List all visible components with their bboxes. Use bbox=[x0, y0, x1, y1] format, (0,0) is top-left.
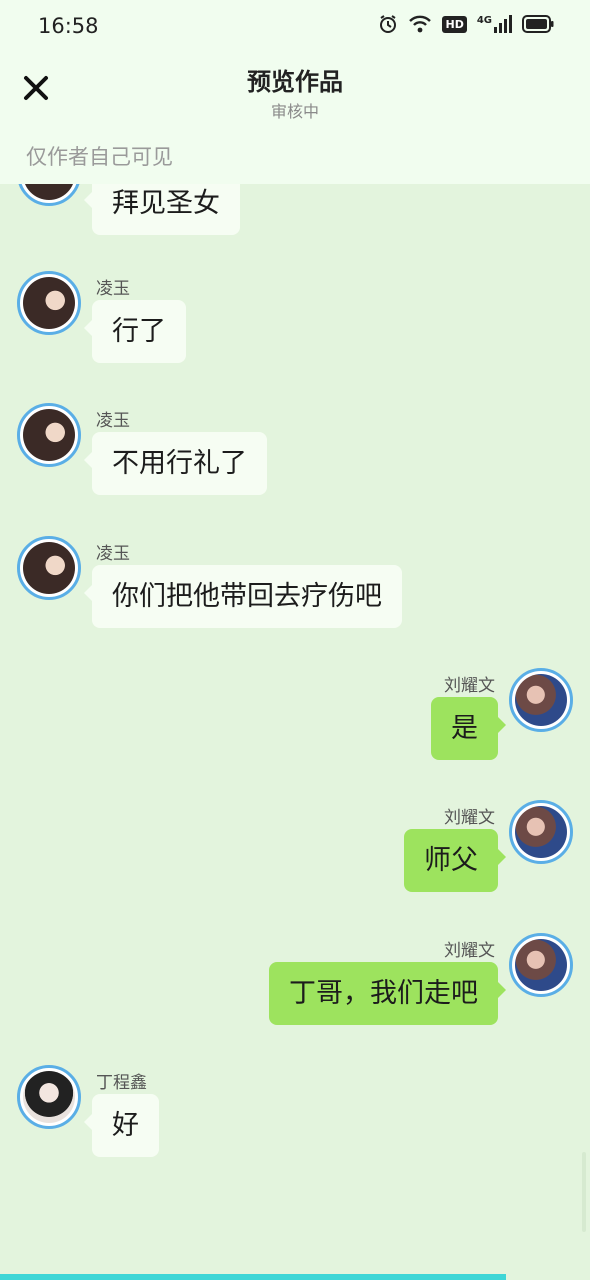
message-bubble[interactable]: 你们把他带回去疗伤吧 bbox=[84, 565, 402, 628]
avatar[interactable] bbox=[509, 933, 573, 997]
status-bar: 16:58 HD 4G bbox=[0, 0, 590, 52]
sender-name: 凌玉 bbox=[96, 544, 130, 564]
sender-name: 刘耀文 bbox=[444, 808, 495, 828]
message-bubble[interactable]: 不用行礼了 bbox=[84, 432, 267, 495]
avatar[interactable] bbox=[509, 668, 573, 732]
sender-name: 丁程鑫 bbox=[96, 1073, 147, 1093]
review-status: 审核中 bbox=[270, 102, 319, 121]
chat-list[interactable]: 拜见圣女 凌玉 行了 凌玉 不用行礼了 凌玉 你们把他带回去疗伤吧 刘耀文 是 … bbox=[0, 184, 590, 1274]
message-bubble[interactable]: 行了 bbox=[84, 300, 186, 363]
message-bubble[interactable]: 拜见圣女 bbox=[84, 184, 240, 235]
avatar[interactable] bbox=[509, 800, 573, 864]
sender-name: 刘耀文 bbox=[444, 941, 495, 961]
progress-bar bbox=[0, 1274, 506, 1280]
message-bubble[interactable]: 好 bbox=[84, 1094, 159, 1157]
avatar[interactable] bbox=[17, 184, 81, 206]
preview-header: 预览作品 审核中 仅作者自己可见 bbox=[0, 52, 590, 184]
status-icons: HD 4G bbox=[378, 14, 554, 34]
hd-icon: HD bbox=[442, 15, 467, 33]
message-bubble[interactable]: 丁哥，我们走吧 bbox=[269, 962, 506, 1025]
visibility-note: 仅作者自己可见 bbox=[26, 145, 173, 169]
avatar[interactable] bbox=[17, 271, 81, 335]
signal-icon: 4G bbox=[477, 15, 512, 33]
sender-name: 凌玉 bbox=[96, 279, 130, 299]
avatar[interactable] bbox=[17, 536, 81, 600]
sender-name: 刘耀文 bbox=[444, 676, 495, 696]
page-title: 预览作品 bbox=[247, 68, 343, 96]
avatar[interactable] bbox=[17, 1065, 81, 1129]
avatar[interactable] bbox=[17, 403, 81, 467]
battery-icon bbox=[522, 15, 554, 33]
status-time: 16:58 bbox=[38, 14, 99, 38]
sender-name: 凌玉 bbox=[96, 411, 130, 431]
scrollbar[interactable] bbox=[582, 1152, 586, 1232]
message-bubble[interactable]: 是 bbox=[431, 697, 506, 760]
alarm-icon bbox=[378, 14, 398, 34]
network-type-label: 4G bbox=[476, 15, 492, 26]
wifi-icon bbox=[408, 14, 432, 34]
message-bubble[interactable]: 师父 bbox=[404, 829, 506, 892]
